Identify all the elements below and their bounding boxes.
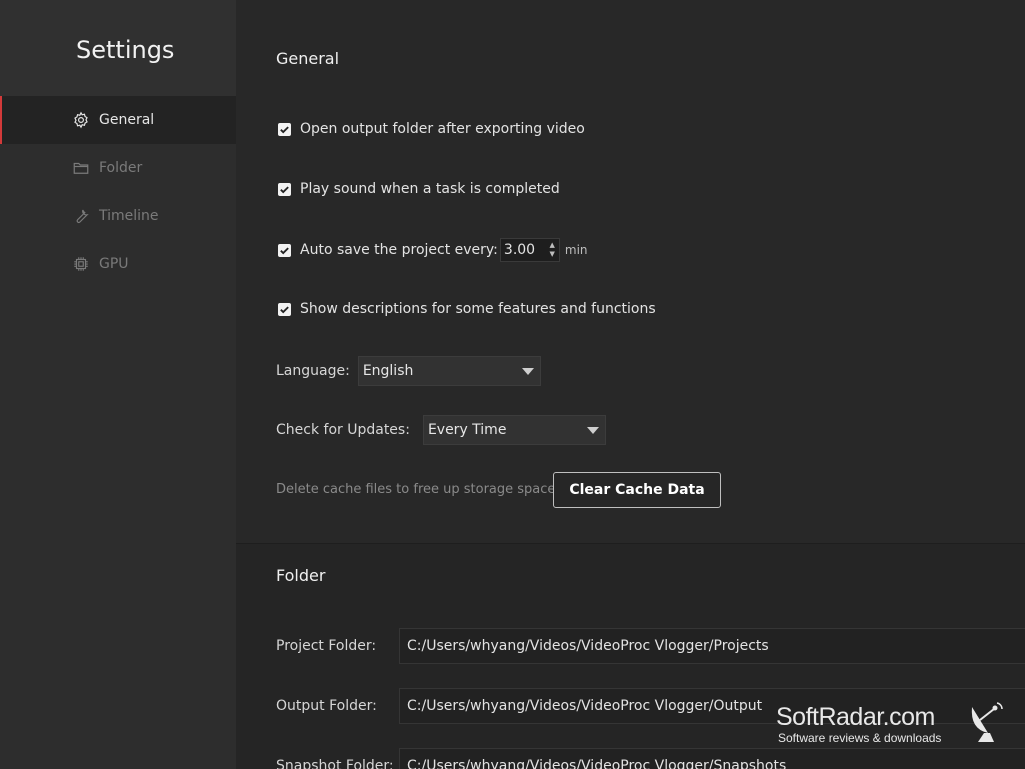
checkbox[interactable] bbox=[278, 302, 291, 316]
snapshot-folder-label: Snapshot Folder: bbox=[276, 758, 394, 769]
gear-icon bbox=[72, 111, 90, 129]
language-label: Language: bbox=[276, 363, 350, 379]
general-section: General Open output folder after exporti… bbox=[236, 0, 1025, 543]
checkbox[interactable] bbox=[278, 122, 291, 136]
sidebar-item-gpu[interactable]: GPU bbox=[0, 240, 236, 288]
general-section-title: General bbox=[276, 49, 340, 68]
sidebar: Settings General Folder Timeline GPU bbox=[0, 0, 236, 769]
option-label: Play sound when a task is completed bbox=[300, 181, 560, 197]
sidebar-item-timeline[interactable]: Timeline bbox=[0, 192, 236, 240]
output-folder-label: Output Folder: bbox=[276, 698, 377, 714]
chevron-down-icon bbox=[586, 426, 599, 434]
updates-label: Check for Updates: bbox=[276, 422, 410, 438]
spin-down-icon[interactable]: ▼ bbox=[550, 251, 555, 258]
option-play-sound[interactable]: Play sound when a task is completed bbox=[278, 181, 560, 197]
autosave-unit: min bbox=[564, 243, 588, 257]
cache-description: Delete cache files to free up storage sp… bbox=[276, 482, 556, 497]
option-label: Open output folder after exporting video bbox=[300, 121, 585, 137]
checkbox[interactable] bbox=[278, 182, 291, 196]
sidebar-title: Settings bbox=[0, 0, 236, 96]
sidebar-item-folder[interactable]: Folder bbox=[0, 144, 236, 192]
folder-icon bbox=[72, 159, 90, 177]
sidebar-item-label: General bbox=[99, 112, 155, 128]
sidebar-item-label: Folder bbox=[99, 160, 143, 176]
autosave-value: 3.00 bbox=[503, 242, 536, 258]
softradar-watermark: SoftRadar.com Software reviews & downloa… bbox=[776, 702, 1016, 749]
folder-section-title: Folder bbox=[276, 566, 326, 585]
updates-value: Every Time bbox=[427, 422, 507, 438]
settings-content: General Open output folder after exporti… bbox=[236, 0, 1025, 769]
project-folder-label: Project Folder: bbox=[276, 638, 377, 654]
option-show-descriptions[interactable]: Show descriptions for some features and … bbox=[278, 301, 656, 317]
chevron-down-icon bbox=[521, 367, 534, 375]
wrench-icon bbox=[72, 207, 90, 225]
language-row: Language: English bbox=[276, 356, 541, 386]
option-auto-save[interactable]: Auto save the project every: 3.00 ▲ ▼ mi… bbox=[278, 238, 588, 262]
spin-up-icon[interactable]: ▲ bbox=[550, 242, 555, 249]
option-label: Show descriptions for some features and … bbox=[300, 301, 656, 317]
project-folder-field[interactable]: C:/Users/whyang/Videos/VideoProc Vlogger… bbox=[399, 628, 1025, 664]
language-value: English bbox=[362, 363, 414, 379]
updates-row: Check for Updates: Every Time bbox=[276, 415, 606, 445]
chip-icon bbox=[72, 255, 90, 273]
snapshot-folder-field[interactable]: C:/Users/whyang/Videos/VideoProc Vlogger… bbox=[399, 748, 1025, 769]
sidebar-item-label: Timeline bbox=[99, 208, 159, 224]
sidebar-item-general[interactable]: General bbox=[0, 96, 236, 144]
updates-select[interactable]: Every Time bbox=[422, 415, 606, 445]
option-label: Auto save the project every: bbox=[300, 242, 498, 258]
language-select[interactable]: English bbox=[357, 356, 541, 386]
checkbox[interactable] bbox=[278, 243, 291, 257]
option-open-output-folder[interactable]: Open output folder after exporting video bbox=[278, 121, 585, 137]
clear-cache-button[interactable]: Clear Cache Data bbox=[553, 472, 721, 508]
satellite-dish-icon bbox=[971, 702, 1003, 742]
sidebar-item-label: GPU bbox=[99, 256, 129, 272]
autosave-interval-spinbox[interactable]: 3.00 ▲ ▼ bbox=[499, 238, 560, 262]
